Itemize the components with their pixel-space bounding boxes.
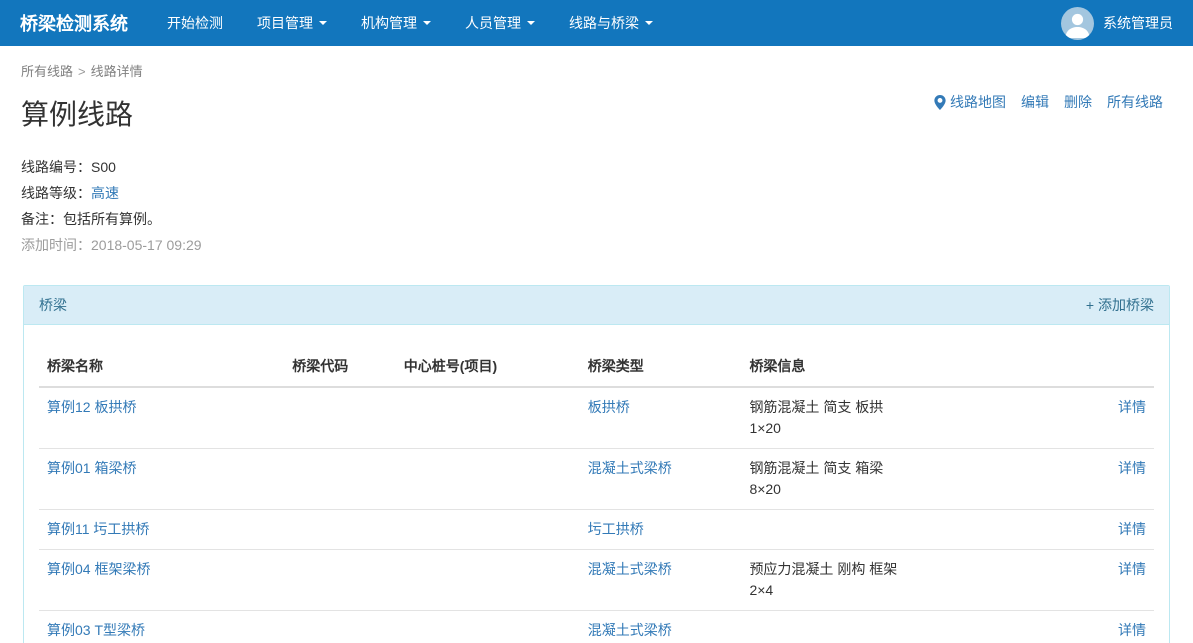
line-details: 线路编号：S00 线路等级：高速 备注：包括所有算例。 添加时间：2018-05… bbox=[21, 154, 1172, 258]
chevron-down-icon bbox=[319, 21, 327, 25]
edit-link[interactable]: 编辑 bbox=[1021, 92, 1049, 112]
add-bridge-button[interactable]: + 添加桥梁 bbox=[1086, 295, 1154, 315]
page-content: 所有线路>线路详情 线路地图 编辑 删除 所有线路 算例线路 线路编号：S00 … bbox=[0, 61, 1193, 258]
bridge-code-cell bbox=[284, 387, 396, 449]
bridge-code-cell bbox=[284, 449, 396, 510]
page-actions: 线路地图 编辑 删除 所有线路 bbox=[934, 92, 1163, 112]
nav-item[interactable]: 开始检测 bbox=[150, 0, 240, 46]
bridges-panel: 桥梁 + 添加桥梁 桥梁名称桥梁代码中心桩号(项目)桥梁类型桥梁信息 算例12 … bbox=[23, 285, 1170, 643]
user-menu[interactable]: 系统管理员 bbox=[1061, 7, 1173, 40]
panel-body: 桥梁名称桥梁代码中心桩号(项目)桥梁类型桥梁信息 算例12 板拱桥 板拱桥 钢筋… bbox=[24, 325, 1169, 643]
bridge-code-cell bbox=[284, 510, 396, 550]
top-navbar: 桥梁检测系统 开始检测 项目管理 机构管理 人员管理 线路与桥梁 系统管理员 bbox=[0, 0, 1193, 46]
bridge-station-cell bbox=[396, 449, 580, 510]
nav-item[interactable]: 项目管理 bbox=[240, 0, 344, 46]
app-title[interactable]: 桥梁检测系统 bbox=[20, 10, 128, 36]
bridge-name-link[interactable]: 算例03 T型梁桥 bbox=[47, 622, 145, 638]
chevron-down-icon bbox=[527, 21, 535, 25]
column-header: 桥梁名称 bbox=[39, 340, 284, 387]
bridge-info-cell: 钢筋混凝土 简支 箱梁 8×20 bbox=[741, 449, 1087, 510]
chevron-down-icon bbox=[423, 21, 431, 25]
column-header bbox=[1087, 340, 1154, 387]
column-header: 桥梁信息 bbox=[741, 340, 1087, 387]
bridge-name-link[interactable]: 算例12 板拱桥 bbox=[47, 399, 136, 415]
bridge-info-cell: 钢筋混凝土 简支 板拱 1×20 bbox=[741, 387, 1087, 449]
bridge-station-cell bbox=[396, 510, 580, 550]
map-pin-icon bbox=[934, 95, 946, 110]
bridge-code-cell bbox=[284, 611, 396, 643]
nav-item[interactable]: 人员管理 bbox=[448, 0, 552, 46]
column-header: 中心桩号(项目) bbox=[396, 340, 580, 387]
bridge-station-cell bbox=[396, 550, 580, 611]
bridges-table: 桥梁名称桥梁代码中心桩号(项目)桥梁类型桥梁信息 算例12 板拱桥 板拱桥 钢筋… bbox=[39, 340, 1154, 643]
delete-link[interactable]: 删除 bbox=[1064, 92, 1092, 112]
detail-line: 添加时间：2018-05-17 09:29 bbox=[21, 232, 1172, 258]
column-header: 桥梁代码 bbox=[284, 340, 396, 387]
detail-line: 线路等级：高速 bbox=[21, 180, 1172, 206]
bridge-type-cell: 圬工拱桥 bbox=[580, 510, 742, 550]
detail-link[interactable]: 详情 bbox=[1118, 561, 1146, 577]
bridge-station-cell bbox=[396, 387, 580, 449]
bridge-type-cell: 混凝土式梁桥 bbox=[580, 611, 742, 643]
panel-heading: 桥梁 + 添加桥梁 bbox=[24, 286, 1169, 325]
all-lines-link[interactable]: 所有线路 bbox=[1107, 92, 1163, 112]
detail-link[interactable]: 详情 bbox=[1118, 460, 1146, 476]
bridge-name-link[interactable]: 算例01 箱梁桥 bbox=[47, 460, 136, 476]
table-body: 算例12 板拱桥 板拱桥 钢筋混凝土 简支 板拱 1×20 详情 算例01 箱梁… bbox=[39, 387, 1154, 643]
table-row: 算例11 圬工拱桥 圬工拱桥 详情 bbox=[39, 510, 1154, 550]
breadcrumb-link[interactable]: 所有线路 bbox=[21, 64, 73, 79]
bridge-type-cell: 混凝土式梁桥 bbox=[580, 550, 742, 611]
table-row: 算例04 框架梁桥 混凝土式梁桥 预应力混凝土 刚构 框架 2×4 详情 bbox=[39, 550, 1154, 611]
table-row: 算例03 T型梁桥 混凝土式梁桥 详情 bbox=[39, 611, 1154, 643]
bridge-name-link[interactable]: 算例11 圬工拱桥 bbox=[47, 521, 149, 537]
nav-item[interactable]: 线路与桥梁 bbox=[552, 0, 670, 46]
table-row: 算例12 板拱桥 板拱桥 钢筋混凝土 简支 板拱 1×20 详情 bbox=[39, 387, 1154, 449]
bridge-name-link[interactable]: 算例04 框架梁桥 bbox=[47, 561, 150, 577]
user-name: 系统管理员 bbox=[1103, 13, 1173, 33]
table-header-row: 桥梁名称桥梁代码中心桩号(项目)桥梁类型桥梁信息 bbox=[39, 340, 1154, 387]
chevron-down-icon bbox=[645, 21, 653, 25]
detail-link[interactable]: 详情 bbox=[1118, 399, 1146, 415]
detail-line: 线路编号：S00 bbox=[21, 154, 1172, 180]
bridge-type-cell: 混凝土式梁桥 bbox=[580, 449, 742, 510]
detail-line: 备注：包括所有算例。 bbox=[21, 206, 1172, 232]
user-avatar-icon bbox=[1061, 7, 1094, 40]
bridge-info-cell: 预应力混凝土 刚构 框架 2×4 bbox=[741, 550, 1087, 611]
table-row: 算例01 箱梁桥 混凝土式梁桥 钢筋混凝土 简支 箱梁 8×20 详情 bbox=[39, 449, 1154, 510]
breadcrumb-current: 线路详情 bbox=[91, 64, 143, 79]
bridge-station-cell bbox=[396, 611, 580, 643]
bridge-info-cell bbox=[741, 611, 1087, 643]
panel-title: 桥梁 bbox=[39, 295, 67, 315]
nav-item[interactable]: 机构管理 bbox=[344, 0, 448, 46]
detail-link[interactable]: 详情 bbox=[1118, 622, 1146, 638]
column-header: 桥梁类型 bbox=[580, 340, 742, 387]
bridge-code-cell bbox=[284, 550, 396, 611]
breadcrumb: 所有线路 > 线路详情 bbox=[21, 61, 1172, 80]
breadcrumb-separator: > bbox=[78, 64, 86, 79]
line-map-link[interactable]: 线路地图 bbox=[934, 92, 1006, 112]
bridge-type-cell: 板拱桥 bbox=[580, 387, 742, 449]
main-nav: 开始检测 项目管理 机构管理 人员管理 线路与桥梁 bbox=[150, 0, 670, 46]
detail-link[interactable]: 详情 bbox=[1118, 521, 1146, 537]
bridge-info-cell bbox=[741, 510, 1087, 550]
